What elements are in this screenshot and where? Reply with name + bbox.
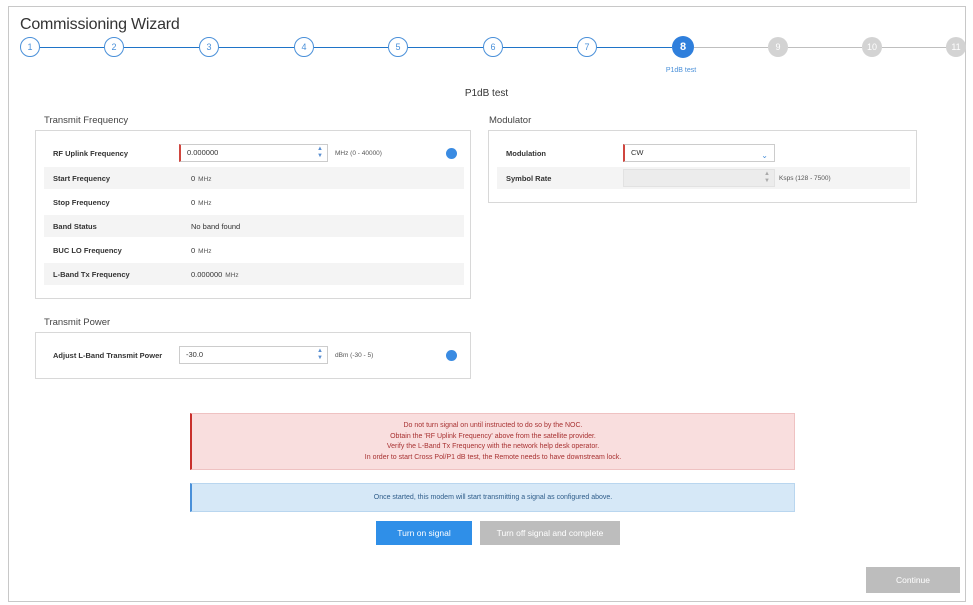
- turn-on-signal-button[interactable]: Turn on signal: [376, 521, 472, 545]
- step-connector: [408, 47, 483, 48]
- stop-frequency-label: Stop Frequency: [53, 198, 110, 207]
- symbol-rate-range: Ksps (128 - 7500): [779, 175, 831, 182]
- buc-lo-value: 0 MHz: [191, 246, 212, 255]
- chevron-down-icon: ⌄: [761, 151, 768, 160]
- lband-tx-value: 0.000000 MHz: [191, 270, 239, 279]
- modulation-select[interactable]: CW ⌄: [623, 144, 775, 162]
- rf-uplink-range: MHz (0 - 40000): [335, 150, 382, 157]
- rf-uplink-value: 0.000000: [187, 148, 219, 157]
- adjust-power-row: Adjust L-Band Transmit Power -30.0 ▲ ▼ dB…: [44, 344, 464, 366]
- modulation-row: Modulation CW ⌄: [497, 142, 910, 164]
- symbol-rate-input[interactable]: ▲ ▼: [623, 169, 775, 187]
- step-connector: [219, 47, 294, 48]
- transmit-power-label: Transmit Power: [44, 317, 111, 328]
- warning-alert: Do not turn signal on until instructed t…: [190, 413, 795, 470]
- band-status-value: No band found: [191, 222, 241, 231]
- stop-frequency-value: 0 MHz: [191, 198, 212, 207]
- step-connector: [788, 47, 862, 48]
- spinner-icon[interactable]: ▲ ▼: [316, 146, 324, 160]
- step-3[interactable]: 3: [199, 37, 219, 57]
- lband-tx-label: L-Band Tx Frequency: [53, 270, 130, 279]
- step-8-active[interactable]: 8: [672, 36, 694, 58]
- symbol-rate-label: Symbol Rate: [506, 174, 552, 183]
- warning-line: Obtain the 'RF Uplink Frequency' above f…: [390, 432, 596, 440]
- lband-tx-row: L-Band Tx Frequency 0.000000 MHz: [44, 263, 464, 285]
- start-frequency-label: Start Frequency: [53, 174, 111, 183]
- modulation-value: CW: [631, 148, 644, 157]
- warning-line: Do not turn signal on until instructed t…: [403, 422, 583, 429]
- symbol-rate-row: Symbol Rate ▲ ▼ Ksps (128 - 7500): [497, 167, 910, 189]
- modulation-label: Modulation: [506, 149, 546, 158]
- start-frequency-row: Start Frequency 0 MHz: [44, 167, 464, 189]
- step-10: 10: [862, 37, 882, 57]
- transmit-frequency-panel: RF Uplink Frequency 0.000000 ▲ ▼ MHz (0 -…: [35, 130, 471, 299]
- warning-line: Verify the L-Band Tx Frequency with the …: [386, 443, 600, 450]
- spinner-icon[interactable]: ▲ ▼: [763, 171, 771, 185]
- step-1[interactable]: 1: [20, 37, 40, 57]
- buc-lo-row: BUC LO Frequency 0 MHz: [44, 239, 464, 261]
- step-2[interactable]: 2: [104, 37, 124, 57]
- adjust-power-value: -30.0: [186, 350, 204, 359]
- spinner-icon[interactable]: ▲ ▼: [316, 348, 324, 362]
- info-alert: Once started, this modem will start tran…: [190, 483, 795, 512]
- band-status-label: Band Status: [53, 222, 97, 231]
- adjust-power-input[interactable]: -30.0 ▲ ▼: [179, 346, 328, 364]
- step-heading: P1dB test: [464, 88, 509, 99]
- step-connector: [503, 47, 577, 48]
- adjust-power-range: dBm (-30 - 5): [335, 352, 374, 359]
- transmit-power-panel: Adjust L-Band Transmit Power -30.0 ▲ ▼ dB…: [35, 332, 471, 379]
- stop-frequency-row: Stop Frequency 0 MHz: [44, 191, 464, 213]
- step-connector: [597, 47, 672, 48]
- active-step-caption: P1dB test: [665, 67, 697, 74]
- start-frequency-value: 0 MHz: [191, 174, 212, 183]
- modulator-panel: Modulation CW ⌄ Symbol Rate ▲ ▼ Ksps (128…: [488, 130, 917, 203]
- turn-off-signal-button[interactable]: Turn off signal and complete: [480, 521, 620, 545]
- rf-uplink-input[interactable]: 0.000000 ▲ ▼: [179, 144, 328, 162]
- warning-line: In order to start Cross Pol/P1 dB test, …: [364, 453, 622, 461]
- step-5[interactable]: 5: [388, 37, 408, 57]
- adjust-power-label: Adjust L-Band Transmit Power: [53, 351, 163, 360]
- step-9: 9: [768, 37, 788, 57]
- step-connector: [694, 47, 768, 48]
- step-connector: [40, 47, 104, 48]
- wizard-stepper: 1 2 3 4 5 6 7 8 9 10 11 P1dB test: [0, 0, 973, 90]
- info-icon[interactable]: [446, 350, 457, 361]
- step-4[interactable]: 4: [294, 37, 314, 57]
- info-icon[interactable]: [446, 148, 457, 159]
- rf-uplink-row: RF Uplink Frequency 0.000000 ▲ ▼ MHz (0 -…: [44, 142, 464, 164]
- modulator-label: Modulator: [489, 115, 532, 126]
- transmit-frequency-label: Transmit Frequency: [44, 115, 129, 126]
- step-11: 11: [946, 37, 966, 57]
- buc-lo-label: BUC LO Frequency: [53, 246, 122, 255]
- step-connector: [124, 47, 199, 48]
- step-connector: [882, 47, 948, 48]
- step-connector: [314, 47, 388, 48]
- band-status-row: Band Status No band found: [44, 215, 464, 237]
- step-6[interactable]: 6: [483, 37, 503, 57]
- step-7[interactable]: 7: [577, 37, 597, 57]
- rf-uplink-label: RF Uplink Frequency: [53, 149, 129, 158]
- continue-button[interactable]: Continue: [866, 567, 960, 593]
